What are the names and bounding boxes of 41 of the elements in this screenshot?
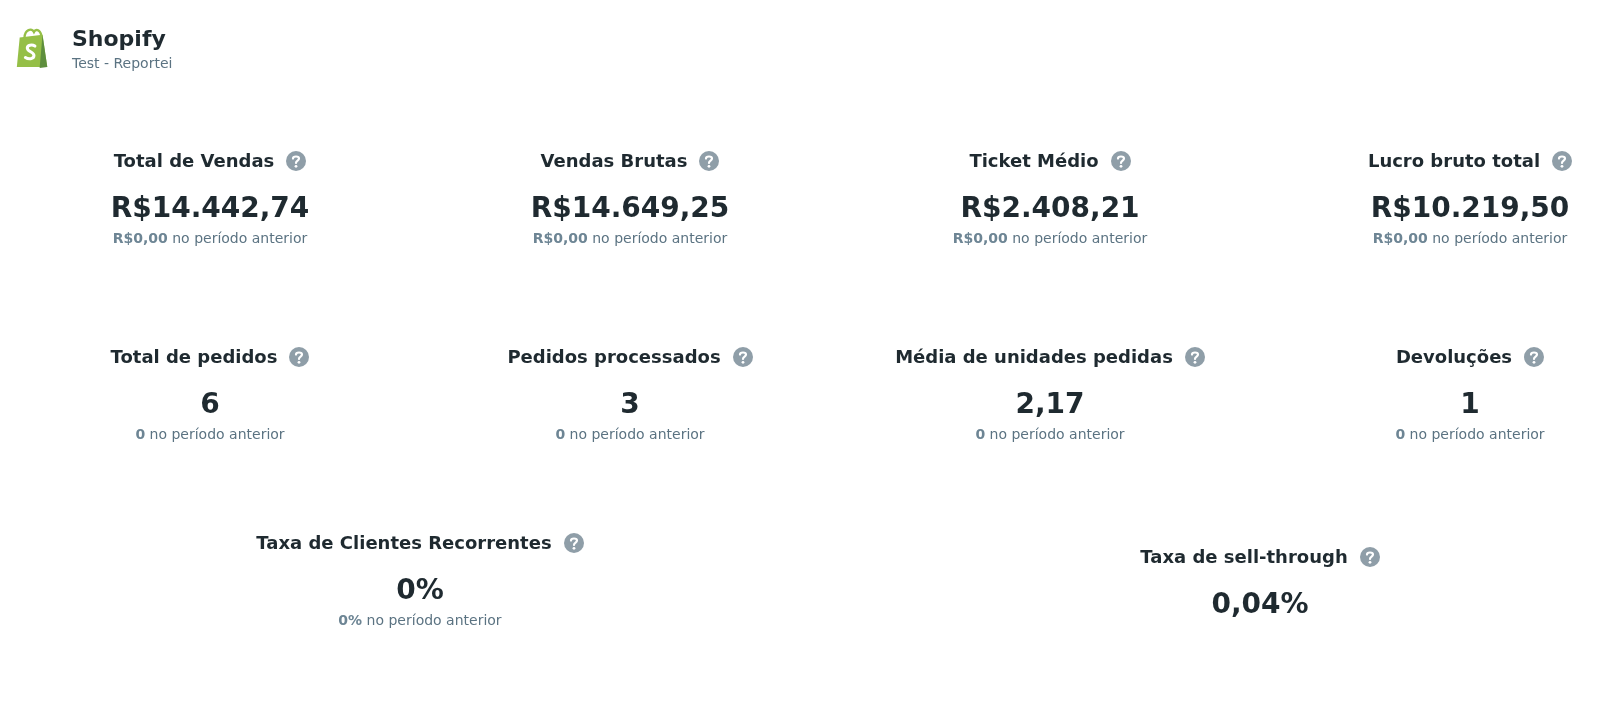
- metric-value: R$2.408,21: [960, 191, 1140, 224]
- help-icon[interactable]: [563, 532, 584, 553]
- metric-value: R$14.442,74: [110, 191, 310, 224]
- help-icon[interactable]: [1110, 150, 1131, 171]
- previous-period-text: R$0,00 no período anterior: [1372, 230, 1568, 246]
- previous-period-text: 0 no período anterior: [135, 426, 285, 442]
- help-icon[interactable]: [699, 150, 720, 171]
- metric-label: Devoluções: [1395, 346, 1513, 367]
- metric-label: Vendas Brutas: [540, 150, 688, 171]
- metric-label: Total de pedidos: [110, 346, 278, 367]
- metric-label: Média de unidades pedidas: [895, 346, 1173, 367]
- metric-label: Taxa de Clientes Recorrentes: [256, 532, 552, 553]
- metric-value: 6: [200, 387, 220, 420]
- account-name: Test - Reportei: [72, 54, 173, 71]
- previous-period-text: R$0,00 no período anterior: [532, 230, 728, 246]
- previous-period-text: 0% no período anterior: [338, 612, 502, 628]
- help-icon[interactable]: [1552, 150, 1573, 171]
- previous-period-text: 0 no período anterior: [1395, 426, 1545, 442]
- help-icon[interactable]: [1359, 546, 1380, 567]
- metric-label: Lucro bruto total: [1367, 150, 1541, 171]
- help-icon[interactable]: [286, 150, 307, 171]
- metric-label: Ticket Médio: [969, 150, 1099, 171]
- previous-period-text: R$0,00 no período anterior: [952, 230, 1148, 246]
- metric-value: 3: [620, 387, 640, 420]
- metric-value: R$10.219,50: [1370, 191, 1570, 224]
- app-title: Shopify: [72, 25, 167, 51]
- metric-value: 0%: [396, 573, 444, 606]
- metric-label: Total de Vendas: [113, 150, 275, 171]
- help-icon[interactable]: [289, 346, 310, 367]
- metric-value: 0,04%: [1211, 587, 1309, 620]
- previous-period-text: 0 no período anterior: [975, 426, 1125, 442]
- help-icon[interactable]: [1184, 346, 1205, 367]
- help-icon[interactable]: [732, 346, 753, 367]
- metric-value: R$14.649,25: [530, 191, 730, 224]
- metric-value: 2,17: [1015, 387, 1085, 420]
- metric-label: Pedidos processados: [507, 346, 721, 367]
- previous-period-text: 0 no período anterior: [555, 426, 705, 442]
- metric-label: Taxa de sell-through: [1140, 546, 1348, 567]
- metric-value: 1: [1460, 387, 1480, 420]
- help-icon[interactable]: [1524, 346, 1545, 367]
- previous-period-text: R$0,00 no período anterior: [112, 230, 308, 246]
